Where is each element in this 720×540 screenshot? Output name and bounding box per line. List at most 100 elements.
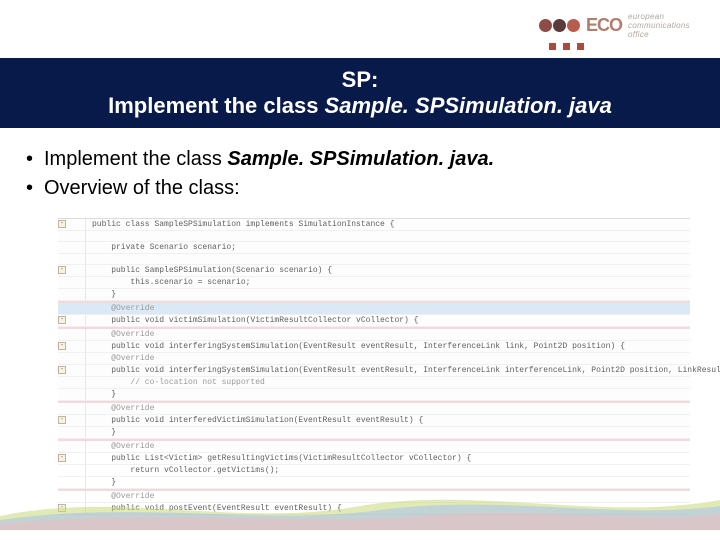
code-line: private Scenario scenario;	[58, 242, 690, 254]
code-text: // co-location not supported	[86, 377, 265, 388]
gutter: -	[58, 453, 86, 464]
gutter	[58, 389, 86, 400]
code-line: }	[58, 389, 690, 401]
code-text: this.scenario = scenario;	[86, 277, 250, 288]
code-line: // co-location not supported	[58, 377, 690, 389]
code-text: @Override	[86, 329, 154, 340]
code-line: @Override	[58, 353, 690, 365]
logo-tagline: european communications office	[628, 12, 690, 39]
gutter: -	[58, 265, 86, 276]
gutter: -	[58, 365, 86, 376]
logo: ECO european communications office	[539, 12, 690, 50]
code-text: public void interferingSystemSimulation(…	[86, 341, 625, 352]
gutter	[58, 441, 86, 452]
code-text: return vCollector.getVictims();	[86, 465, 279, 476]
bullet-1-text: Implement the class Sample. SPSimulation…	[44, 148, 494, 171]
logo-dot	[563, 43, 570, 50]
code-text: public void victimSimulation(VictimResul…	[86, 315, 418, 326]
bullet-1: • Implement the class Sample. SPSimulati…	[26, 148, 694, 171]
gutter	[58, 403, 86, 414]
code-line-highlight: @Override	[58, 303, 690, 315]
code-text: @Override	[86, 441, 154, 452]
code-line: - public void interferedVictimSimulation…	[58, 415, 690, 427]
title-line-2a: Implement the class	[108, 93, 324, 118]
title-line-1: SP:	[342, 67, 379, 93]
fold-icon: -	[58, 366, 66, 374]
gutter	[58, 242, 86, 253]
code-line: - public void interferingSystemSimulatio…	[58, 341, 690, 353]
gutter: -	[58, 341, 86, 352]
gutter	[58, 231, 86, 241]
code-text: }	[86, 427, 116, 438]
gutter: -	[58, 415, 86, 426]
gutter: -	[58, 315, 86, 326]
code-line: return vCollector.getVictims();	[58, 465, 690, 477]
gutter	[58, 289, 86, 300]
code-text: }	[86, 389, 116, 400]
logo-circle-2	[553, 19, 566, 32]
code-line	[58, 254, 690, 265]
code-line: @Override	[58, 441, 690, 453]
logo-brand: ECO	[586, 15, 622, 36]
fold-icon: -	[58, 316, 66, 324]
wave-svg	[0, 486, 720, 530]
gutter	[58, 254, 86, 264]
logo-circles	[539, 19, 580, 32]
code-text: public class SampleSPSimulation implemen…	[86, 219, 394, 230]
logo-dot	[549, 43, 556, 50]
footer-wave	[0, 486, 720, 530]
code-line: @Override	[58, 329, 690, 341]
logo-row: ECO european communications office	[539, 12, 690, 39]
gutter	[58, 277, 86, 288]
logo-dots	[549, 43, 584, 50]
fold-icon: -	[58, 266, 66, 274]
logo-dot	[577, 43, 584, 50]
logo-circle-3	[567, 19, 580, 32]
logo-tag-2: communications	[628, 21, 690, 30]
code-line: - public void interferingSystemSimulatio…	[58, 365, 690, 377]
code-screenshot: - public class SampleSPSimulation implem…	[58, 218, 690, 448]
body-list: • Implement the class Sample. SPSimulati…	[26, 148, 694, 206]
bullet-1b: Sample. SPSimulation. java.	[227, 148, 494, 170]
code-text: public List<Victim> getResultingVictims(…	[86, 453, 471, 464]
code-line: - public void victimSimulation(VictimRes…	[58, 315, 690, 327]
bullet-2-text: Overview of the class:	[44, 177, 240, 200]
code-line	[58, 231, 690, 242]
bullet-dot: •	[26, 148, 44, 171]
code-text: public void interferedVictimSimulation(E…	[86, 415, 423, 426]
logo-circle-1	[539, 19, 552, 32]
gutter	[58, 377, 86, 388]
fold-icon: -	[58, 220, 66, 228]
code-line: - public SampleSPSimulation(Scenario sce…	[58, 265, 690, 277]
title-line-2b: Sample. SPSimulation. java	[325, 93, 612, 118]
code-text: @Override	[86, 303, 154, 314]
title-line-2: Implement the class Sample. SPSimulation…	[108, 93, 612, 119]
gutter: -	[58, 219, 86, 230]
code-text: public SampleSPSimulation(Scenario scena…	[86, 265, 332, 276]
gutter	[58, 427, 86, 438]
code-line: - public class SampleSPSimulation implem…	[58, 219, 690, 231]
gutter	[58, 329, 86, 340]
logo-tag-3: office	[628, 30, 690, 39]
code-line: - public List<Victim> getResultingVictim…	[58, 453, 690, 465]
logo-tag-1: european	[628, 12, 690, 21]
bullet-dot: •	[26, 177, 44, 200]
code-line: this.scenario = scenario;	[58, 277, 690, 289]
code-line: }	[58, 289, 690, 301]
code-line: }	[58, 427, 690, 439]
gutter	[58, 303, 86, 314]
code-text: }	[86, 289, 116, 300]
gutter	[58, 353, 86, 364]
title-band: SP: Implement the class Sample. SPSimula…	[0, 58, 720, 128]
code-text: @Override	[86, 353, 154, 364]
code-line: @Override	[58, 403, 690, 415]
bullet-1a: Implement the class	[44, 148, 227, 170]
code-text	[86, 254, 92, 264]
code-text: public void interferingSystemSimulation(…	[86, 365, 720, 376]
fold-icon: -	[58, 416, 66, 424]
code-text	[86, 231, 92, 241]
slide: ECO european communications office SP: I…	[0, 0, 720, 540]
code-text: private Scenario scenario;	[86, 242, 236, 253]
fold-icon: -	[58, 342, 66, 350]
bullet-2: • Overview of the class:	[26, 177, 694, 200]
